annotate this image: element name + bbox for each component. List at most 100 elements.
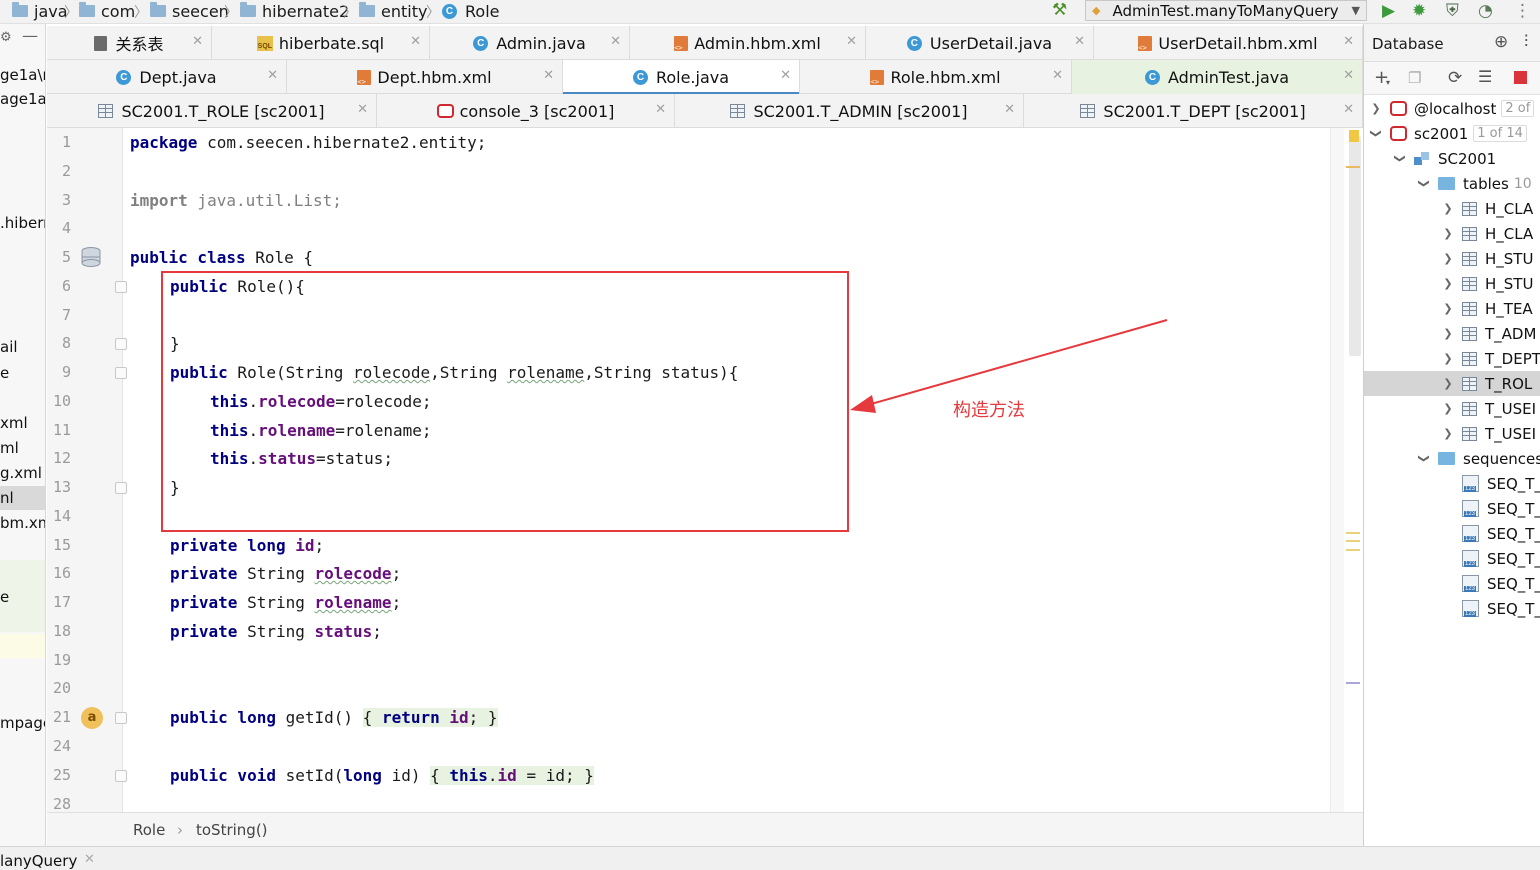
copy-icon[interactable]: ❐ xyxy=(1408,69,1421,87)
close-icon[interactable]: ✕ xyxy=(543,68,554,83)
close-icon[interactable]: ✕ xyxy=(780,68,791,83)
tree-node-schema[interactable]: ❯ SC2001 xyxy=(1394,146,1497,171)
close-icon[interactable]: ✕ xyxy=(84,852,95,867)
tree-node-sequence[interactable]: SEQ_T_ xyxy=(1462,571,1540,596)
close-icon[interactable]: ✕ xyxy=(410,34,421,49)
settings-icon[interactable]: ⚙ xyxy=(0,30,12,45)
close-icon[interactable]: ✕ xyxy=(655,102,666,117)
dropdown-arrow-icon[interactable]: ▾ xyxy=(1386,78,1390,87)
fold-marker-icon[interactable] xyxy=(115,367,127,379)
tree-node-sequence[interactable]: SEQ_T_ xyxy=(1462,546,1540,571)
close-icon[interactable]: ✕ xyxy=(1343,34,1354,49)
close-icon[interactable]: ✕ xyxy=(192,34,203,49)
close-icon[interactable]: ✕ xyxy=(1004,102,1015,117)
code-line[interactable]: public long getId() { return id; } xyxy=(170,707,498,729)
tree-node-table[interactable]: ❯ T_USEI xyxy=(1442,421,1536,446)
run-icon[interactable]: ▶ xyxy=(1382,1,1395,21)
debug-icon[interactable]: ✹ xyxy=(1412,1,1426,21)
tree-node-table[interactable]: ❯ T_ADM xyxy=(1442,321,1536,346)
tree-node-table[interactable]: ❯ H_STU xyxy=(1442,246,1533,271)
tree-node-table[interactable]: ❯ H_CLA xyxy=(1442,196,1533,221)
breadcrumb-com[interactable]: com xyxy=(79,1,135,21)
code-editor[interactable]: 1 2 3 4 5 6 7 8 9 10 11 12 13 14 15 16 1… xyxy=(47,128,1363,812)
tree-node-sequence[interactable]: SEQ_T_ xyxy=(1462,496,1540,521)
fold-marker-icon[interactable] xyxy=(115,712,127,724)
tree-node-sequences[interactable]: ❯ sequences xyxy=(1418,446,1540,471)
close-icon[interactable]: ✕ xyxy=(610,34,621,49)
code-line[interactable]: private String rolename; xyxy=(170,592,401,614)
profile-icon[interactable]: ◔ xyxy=(1478,1,1493,21)
tree-node-table[interactable]: ❯ H_CLA xyxy=(1442,221,1533,246)
tree-node-table[interactable]: ❯ T_USEI xyxy=(1442,396,1536,421)
tree-item[interactable]: e xyxy=(0,588,9,606)
tree-item[interactable]: g.xml xyxy=(0,464,42,482)
tab-userdetail-java[interactable]: C UserDetail.java ✕ xyxy=(866,26,1094,60)
tree-node-sequence[interactable]: SEQ_T_ xyxy=(1462,521,1540,546)
tree-item[interactable]: e xyxy=(0,364,9,382)
tree-item[interactable]: mpage xyxy=(0,714,45,732)
tab-t-role-table[interactable]: SC2001.T_ROLE [sc2001] ✕ xyxy=(47,94,377,128)
close-icon[interactable]: ✕ xyxy=(267,68,278,83)
code-line[interactable]: public void setId(long id) { this.id = i… xyxy=(170,765,594,787)
tree-node-sequence[interactable]: SEQ_T_ xyxy=(1462,471,1540,496)
editor-scrollbar[interactable] xyxy=(1330,128,1344,812)
tree-item[interactable]: ail xyxy=(0,338,18,356)
tab-t-dept-table[interactable]: SC2001.T_DEPT [sc2001] ✕ xyxy=(1024,94,1363,128)
warning-indicator-icon[interactable] xyxy=(1349,130,1359,142)
breadcrumb-seecen[interactable]: seecen xyxy=(150,1,229,21)
tree-node-table[interactable]: ❯ T_DEPT xyxy=(1442,346,1540,371)
fold-marker-icon[interactable] xyxy=(115,281,127,293)
code-line[interactable]: public class Role { xyxy=(130,247,313,269)
stop-icon[interactable] xyxy=(1514,71,1527,84)
database-mapping-icon[interactable] xyxy=(79,246,103,268)
breadcrumb-method[interactable]: toString() xyxy=(196,821,268,839)
tab-dept-hbm-xml[interactable]: Dept.hbm.xml✕ xyxy=(287,60,563,94)
tab-userdetail-hbm-xml[interactable]: UserDetail.hbm.xml✕ xyxy=(1094,26,1363,60)
tree-node-localhost[interactable]: ❯ @localhost 2 of xyxy=(1370,96,1535,121)
breadcrumb-java[interactable]: java xyxy=(12,1,68,21)
override-annotation-icon[interactable]: a xyxy=(81,707,103,729)
tree-node-table[interactable]: ❯ H_STU xyxy=(1442,271,1533,296)
tab-hiberbate-sql[interactable]: SQL hiberbate.sql ✕ xyxy=(212,26,430,60)
tab-dept-java[interactable]: C Dept.java ✕ xyxy=(47,60,287,94)
properties-icon[interactable]: ☰ xyxy=(1478,67,1492,86)
tab-relation-table[interactable]: 关系表 ✕ xyxy=(47,26,212,60)
tab-admin-java[interactable]: C Admin.java ✕ xyxy=(430,26,630,60)
breadcrumb-hibernate2[interactable]: hibernate2 xyxy=(240,1,349,21)
close-icon[interactable]: ✕ xyxy=(1052,68,1063,83)
tree-node-sequence[interactable]: SEQ_T_ xyxy=(1462,596,1540,621)
coverage-icon[interactable]: ⛨ xyxy=(1446,1,1459,21)
tree-item[interactable]: nl xyxy=(0,489,14,507)
tree-item[interactable]: bm.xm xyxy=(0,514,45,532)
code-line[interactable]: private String rolecode; xyxy=(170,563,401,585)
code-line[interactable]: private String status; xyxy=(170,621,382,643)
breadcrumb-role[interactable]: C Role xyxy=(442,1,499,21)
tree-node-sc2001[interactable]: ❯ sc2001 1 of 14 xyxy=(1370,121,1527,146)
code-line[interactable]: package com.seecen.hibernate2.entity; xyxy=(130,132,486,154)
breadcrumb-entity[interactable]: entity xyxy=(359,1,427,21)
tab-console-3[interactable]: console_3 [sc2001] ✕ xyxy=(377,94,675,128)
tree-item[interactable]: .hiberr xyxy=(0,214,45,232)
close-icon[interactable]: ✕ xyxy=(1343,102,1354,117)
minimize-icon[interactable]: — xyxy=(22,26,38,45)
tree-item[interactable]: xml xyxy=(0,414,28,432)
build-hammer-icon[interactable]: ⚒ xyxy=(1052,0,1067,20)
close-icon[interactable]: ✕ xyxy=(1343,68,1354,83)
code-line[interactable]: import java.util.List; xyxy=(130,190,342,212)
tree-item[interactable]: ml xyxy=(0,439,19,457)
close-icon[interactable]: ✕ xyxy=(846,34,857,49)
tree-node-table[interactable]: ❯ H_TEA xyxy=(1442,296,1532,321)
tree-item[interactable]: ge1a\n xyxy=(0,66,45,84)
more-actions-icon[interactable]: ⋮ xyxy=(1514,1,1531,21)
tree-node-tables[interactable]: ❯ tables 10 xyxy=(1418,171,1532,196)
fold-marker-icon[interactable] xyxy=(115,338,127,350)
close-icon[interactable]: ✕ xyxy=(357,102,368,117)
run-configuration-select[interactable]: ◆ AdminTest.manyToManyQuery ▼ xyxy=(1085,0,1367,21)
run-tab-label[interactable]: lanyQuery xyxy=(0,852,77,870)
tree-item[interactable]: age1a\ xyxy=(0,90,45,108)
refresh-icon[interactable]: ⟳ xyxy=(1448,68,1462,88)
tab-role-hbm-xml[interactable]: Role.hbm.xml✕ xyxy=(800,60,1072,94)
breadcrumb-class[interactable]: Role xyxy=(133,821,165,839)
code-line[interactable]: private long id; xyxy=(170,535,324,557)
tab-t-admin-table[interactable]: SC2001.T_ADMIN [sc2001] ✕ xyxy=(675,94,1024,128)
